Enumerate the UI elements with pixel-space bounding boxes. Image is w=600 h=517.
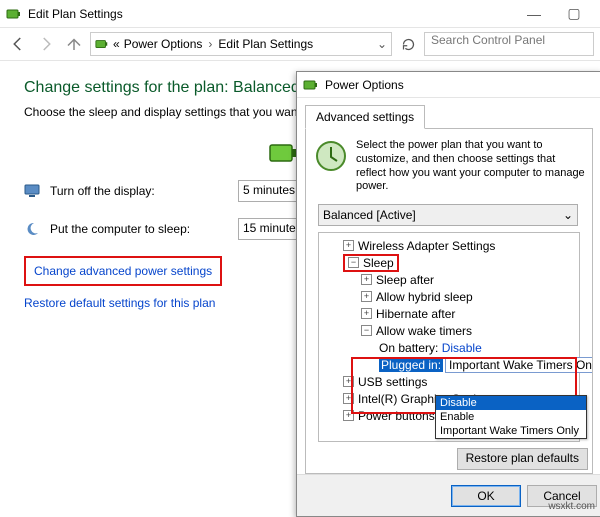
address-bar[interactable]: « Power Options › Edit Plan Settings ⌄ (90, 32, 392, 56)
tree-wireless[interactable]: +Wireless Adapter Settings (321, 237, 577, 254)
change-advanced-link[interactable]: Change advanced power settings (34, 264, 212, 278)
tree-sleep[interactable]: −Sleep (321, 254, 577, 271)
breadcrumb-sep: › (206, 37, 214, 51)
tree-sleep-after[interactable]: +Sleep after (321, 271, 577, 288)
dropdown-option-disable[interactable]: Disable (436, 396, 586, 410)
tree-allow-hybrid[interactable]: +Allow hybrid sleep (321, 288, 577, 305)
watermark: wsxkt.com (548, 501, 595, 512)
tab-advanced-settings[interactable]: Advanced settings (305, 105, 425, 129)
dialog-title: Power Options (325, 78, 404, 92)
on-battery-value[interactable]: Disable (442, 341, 482, 355)
dialog-intro: Select the power plan that you want to c… (356, 139, 588, 194)
sleep-icon (24, 221, 40, 237)
power-plan-value: Balanced [Active] (323, 208, 416, 222)
expand-icon[interactable]: + (343, 393, 354, 404)
power-options-dialog: Power Options Advanced settings Select t… (296, 71, 600, 517)
dropdown-option-enable[interactable]: Enable (436, 410, 586, 424)
expand-icon[interactable]: + (343, 410, 354, 421)
battery-large-icon (268, 141, 298, 165)
battery-icon (303, 77, 319, 93)
breadcrumb-edit-plan[interactable]: Edit Plan Settings (218, 37, 313, 51)
plugged-in-dropdown-list[interactable]: Disable Enable Important Wake Timers Onl… (435, 395, 587, 439)
expand-icon[interactable]: + (361, 308, 372, 319)
up-button[interactable] (62, 32, 86, 56)
maximize-button[interactable]: ▢ (554, 5, 594, 22)
tree-on-battery[interactable]: On battery: Disable (321, 339, 577, 356)
put-to-sleep-label: Put the computer to sleep: (50, 222, 238, 236)
window-title: Edit Plan Settings (28, 7, 514, 21)
battery-icon (95, 37, 109, 51)
expand-icon[interactable]: + (343, 240, 354, 251)
ok-button[interactable]: OK (451, 485, 521, 507)
power-plan-select[interactable]: Balanced [Active] ⌄ (318, 204, 578, 226)
expand-icon[interactable]: + (361, 274, 372, 285)
chevron-down-icon[interactable]: ⌄ (377, 37, 387, 51)
expand-icon[interactable]: + (361, 291, 372, 302)
back-button[interactable] (6, 32, 30, 56)
turn-off-display-label: Turn off the display: (50, 184, 238, 198)
collapse-icon[interactable]: − (361, 325, 372, 336)
refresh-button[interactable] (396, 32, 420, 56)
search-input[interactable]: Search Control Panel (424, 32, 594, 56)
expand-icon[interactable]: + (343, 376, 354, 387)
tree-usb[interactable]: +USB settings (321, 373, 577, 390)
display-icon (24, 183, 40, 199)
restore-defaults-link[interactable]: Restore default settings for this plan (24, 296, 215, 310)
settings-tree[interactable]: +Wireless Adapter Settings −Sleep +Sleep… (318, 232, 580, 442)
chevron-down-icon: ⌄ (563, 208, 573, 222)
restore-plan-defaults-button[interactable]: Restore plan defaults (457, 448, 588, 470)
forward-button[interactable] (34, 32, 58, 56)
plugged-in-dropdown[interactable]: Important Wake Timers Only⌄ (445, 357, 593, 373)
power-plan-icon (314, 139, 348, 173)
tree-hibernate-after[interactable]: +Hibernate after (321, 305, 577, 322)
tree-plugged-in[interactable]: Plugged in:Important Wake Timers Only⌄ (321, 356, 577, 373)
tree-allow-wake-timers[interactable]: −Allow wake timers (321, 322, 577, 339)
minimize-button[interactable]: — (514, 6, 554, 22)
crumb-prefix: « (113, 37, 120, 51)
battery-icon (6, 6, 22, 22)
breadcrumb-power-options[interactable]: Power Options (124, 37, 203, 51)
highlight-box: Change advanced power settings (24, 256, 222, 286)
collapse-icon[interactable]: − (348, 257, 359, 268)
dropdown-option-important[interactable]: Important Wake Timers Only (436, 424, 586, 438)
